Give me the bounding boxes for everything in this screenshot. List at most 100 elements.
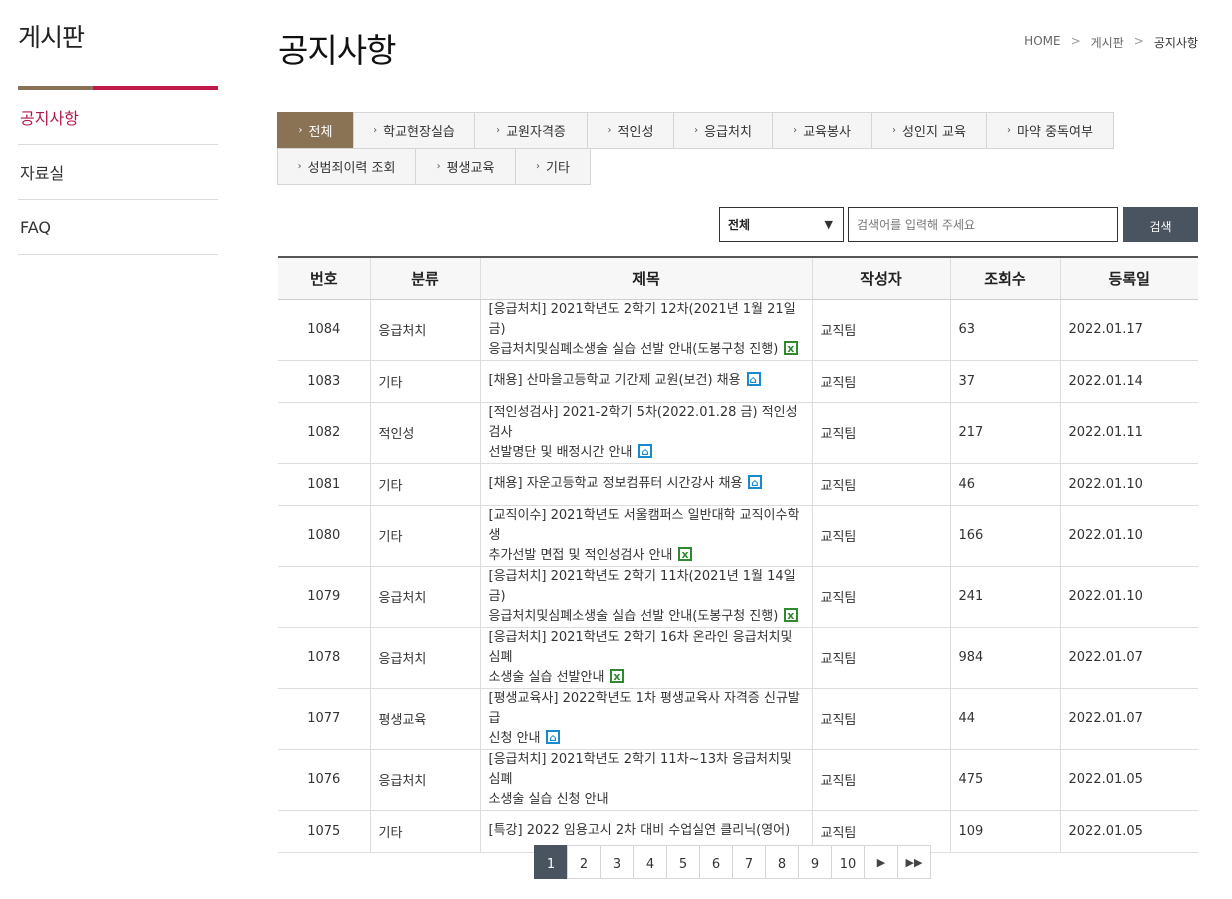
post-title-line[interactable]: 응급처치및심폐소생술 실습 선발 안내(도봉구청 진행): [489, 609, 779, 624]
tab-item[interactable]: › 교원자격증: [474, 112, 588, 149]
table-row: 1084 응급처치 [응급처치] 2021학년도 2학기 12차(2021년 1월 …: [278, 299, 1198, 361]
post-title-line[interactable]: [응급처치] 2021학년도 2학기 16차 온라인 응급처치및심폐: [489, 630, 793, 665]
cell-title[interactable]: [응급처치] 2021학년도 2학기 11차~13차 응급처치및심폐소생술 실습…: [479, 749, 812, 811]
chevron-right-icon: ›: [536, 161, 541, 172]
column-header-category: 분류: [369, 256, 480, 300]
table-row: 1083기타 [채용] 산마을고등학교 기간제 교원(보건) 채용 교직팀37202…: [278, 360, 1198, 403]
tab-item[interactable]: › 마약 중독여부: [986, 112, 1114, 149]
cell-title[interactable]: [적인성검사] 2021-2학기 5차(2022.01.28 금) 적인성검사선…: [479, 402, 812, 464]
cell-date: 2022.01.17: [1059, 299, 1198, 361]
post-title-line[interactable]: 소생술 실습 신청 안내: [489, 792, 609, 807]
cell-views: 109: [949, 810, 1060, 853]
page-link[interactable]: 4: [633, 845, 667, 879]
cell-title[interactable]: [응급처치] 2021학년도 2학기 11차(2021년 1월 14일 금) 응급…: [479, 566, 812, 628]
page-link[interactable]: 2: [567, 845, 601, 879]
cell-category: 기타: [369, 360, 480, 403]
post-title-line[interactable]: [특강] 2022 임용고시 2차 대비 수업실연 클리닉(영어): [489, 823, 791, 838]
page-link[interactable]: 3: [600, 845, 634, 879]
chevron-right-icon: ›: [607, 125, 612, 136]
post-title-line[interactable]: [응급처치] 2021학년도 2학기 12차(2021년 1월 21일 금): [489, 302, 796, 337]
page-link[interactable]: 1: [534, 845, 568, 879]
cell-title[interactable]: [응급처치] 2021학년도 2학기 12차(2021년 1월 21일 금) 응급…: [479, 299, 812, 361]
post-title-line[interactable]: [응급처치] 2021학년도 2학기 11차~13차 응급처치및심폐: [489, 752, 792, 787]
sidebar-item-archive[interactable]: 자료실: [18, 145, 218, 200]
post-title-line[interactable]: [채용] 산마을고등학교 기간제 교원(보건) 채용: [489, 373, 741, 388]
cell-author: 교직팀: [811, 299, 950, 361]
sidebar-item-notice[interactable]: 공지사항: [18, 90, 218, 145]
cell-title[interactable]: [교직이수] 2021학년도 서울캠퍼스 일반대학 교직이수학생추가선발 면접 …: [479, 505, 812, 567]
tab-label: 평생교육: [446, 161, 495, 176]
cell-number: 1077: [278, 688, 370, 750]
cell-number: 1084: [278, 299, 370, 361]
cell-category: 기타: [369, 463, 480, 506]
table-row: 1077 평생교육 [평생교육사] 2022학년도 1차 평생교육사 자격증 신규발…: [278, 688, 1198, 750]
cell-views: 475: [949, 749, 1060, 811]
tab-item[interactable]: › 적인성: [587, 112, 674, 149]
post-title-line[interactable]: 소생술 실습 선발안내: [489, 670, 605, 685]
tab-item[interactable]: › 응급처치: [673, 112, 773, 149]
search-button[interactable]: 검색: [1123, 207, 1198, 242]
cell-author: 교직팀: [811, 505, 950, 567]
cell-views: 241: [949, 566, 1060, 628]
page-link[interactable]: 10: [831, 845, 865, 879]
post-title-line[interactable]: [적인성검사] 2021-2학기 5차(2022.01.28 금) 적인성검사: [489, 405, 798, 440]
breadcrumb-board[interactable]: 게시판: [1091, 34, 1124, 51]
sidebar-item-faq[interactable]: FAQ: [18, 200, 218, 255]
sidebar-menu: 공지사항 자료실 FAQ: [18, 90, 218, 255]
tab-label: 성인지 교육: [902, 125, 966, 140]
search-input[interactable]: [848, 207, 1118, 242]
post-title-line[interactable]: 추가선발 면접 및 적인성검사 안내: [489, 548, 673, 563]
cell-number: 1082: [278, 402, 370, 464]
pagination: 1 2 3 4 5 6 7 8 9 10 ▶ ▶▶: [534, 845, 931, 879]
post-title-line[interactable]: [교직이수] 2021학년도 서울캠퍼스 일반대학 교직이수학생: [489, 508, 800, 543]
cell-title[interactable]: [평생교육사] 2022학년도 1차 평생교육사 자격증 신규발급신청 안내: [479, 688, 812, 750]
cell-title[interactable]: [채용] 자운고등학교 정보컴퓨터 시간강사 채용: [479, 463, 812, 506]
excel-file-icon: [784, 339, 799, 359]
hwp-file-icon: [638, 443, 653, 463]
tab-item[interactable]: › 학교현장실습: [353, 112, 475, 149]
cell-date: 2022.01.10: [1059, 463, 1198, 506]
tab-item[interactable]: › 성범죄이력 조회: [277, 148, 416, 185]
chevron-right-icon: ›: [298, 125, 303, 136]
search-category-select[interactable]: 전체 ▼: [719, 207, 844, 242]
tab-item[interactable]: › 기타: [515, 148, 591, 185]
cell-number: 1076: [278, 749, 370, 811]
table-row: 1080 기타 [교직이수] 2021학년도 서울캠퍼스 일반대학 교직이수학생 추가…: [278, 505, 1198, 567]
tab-item[interactable]: › 성인지 교육: [871, 112, 987, 149]
table-header-row: 번호 분류 제목 작성자 조회수 등록일: [278, 256, 1198, 300]
cell-views: 984: [949, 627, 1060, 689]
page-link[interactable]: 5: [666, 845, 700, 879]
cell-number: 1083: [278, 360, 370, 403]
tab-item[interactable]: › 평생교육: [415, 148, 516, 185]
post-title-line[interactable]: [평생교육사] 2022학년도 1차 평생교육사 자격증 신규발급: [489, 691, 800, 726]
cell-author: 교직팀: [811, 402, 950, 464]
page-link[interactable]: 6: [699, 845, 733, 879]
cell-number: 1081: [278, 463, 370, 506]
post-title-line[interactable]: [채용] 자운고등학교 정보컴퓨터 시간강사 채용: [489, 476, 743, 491]
cell-category: 기타: [369, 505, 480, 567]
next-page-icon[interactable]: ▶: [864, 845, 898, 879]
post-title-line[interactable]: 선발명단 및 배정시간 안내: [489, 445, 633, 460]
page-link[interactable]: 8: [765, 845, 799, 879]
tab-label: 응급처치: [704, 125, 752, 140]
breadcrumb-home[interactable]: HOME: [1024, 34, 1060, 51]
tab-item[interactable]: › 교육봉사: [772, 112, 872, 149]
post-title-line[interactable]: 응급처치및심폐소생술 실습 선발 안내(도봉구청 진행): [489, 342, 779, 357]
cell-date: 2022.01.05: [1059, 810, 1198, 853]
last-page-icon[interactable]: ▶▶: [897, 845, 931, 879]
post-title-line[interactable]: 신청 안내: [489, 731, 541, 746]
post-title-line[interactable]: [응급처치] 2021학년도 2학기 11차(2021년 1월 14일 금): [489, 569, 796, 604]
breadcrumb-separator: >: [1133, 34, 1144, 48]
cell-title[interactable]: [채용] 산마을고등학교 기간제 교원(보건) 채용: [479, 360, 812, 403]
page-link[interactable]: 9: [798, 845, 832, 879]
cell-category: 응급처치: [369, 566, 480, 628]
tab-label: 교육봉사: [803, 125, 851, 140]
cell-date: 2022.01.11: [1059, 402, 1198, 464]
excel-file-icon: [784, 606, 799, 626]
page-link[interactable]: 7: [732, 845, 766, 879]
cell-title[interactable]: [응급처치] 2021학년도 2학기 16차 온라인 응급처치및심폐소생술 실습…: [479, 627, 812, 689]
cell-views: 166: [949, 505, 1060, 567]
tab-item[interactable]: › 전체: [277, 112, 354, 149]
chevron-right-icon: ›: [793, 125, 798, 136]
cell-number: 1080: [278, 505, 370, 567]
